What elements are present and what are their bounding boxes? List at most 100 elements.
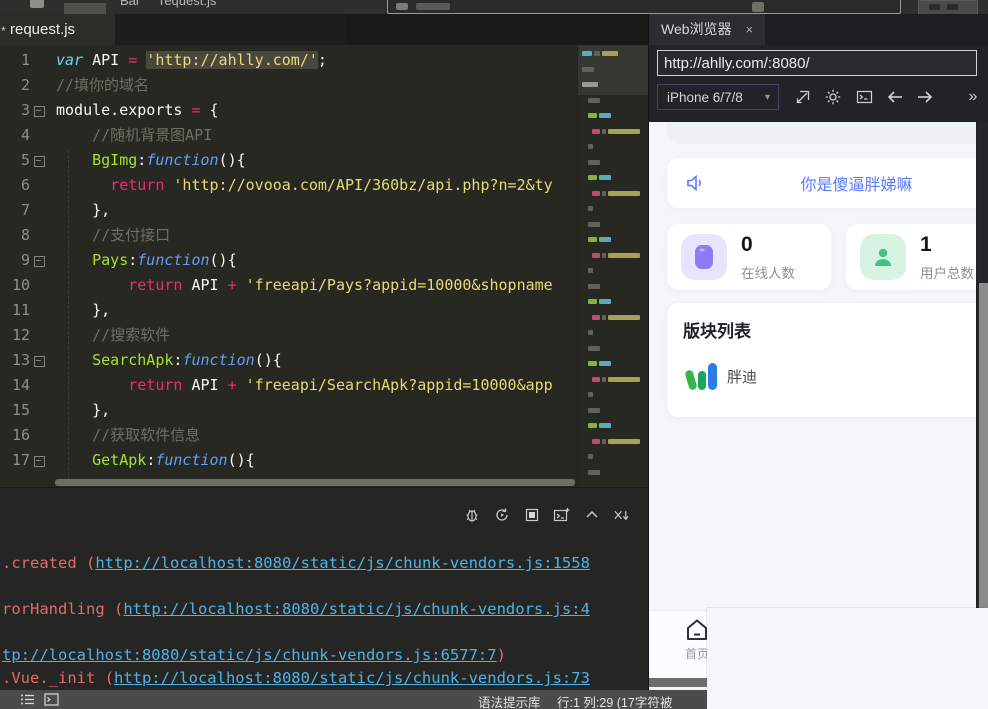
fold-marker[interactable] — [30, 223, 48, 248]
fold-marker[interactable] — [30, 148, 48, 173]
code-line: 8 //支付接口 — [0, 223, 578, 248]
code-line: 3module.exports = { — [0, 98, 578, 123]
code-line: 15 }, — [0, 398, 578, 423]
global-search-input[interactable] — [387, 0, 901, 14]
console-line: rorHandling (http://localhost:8080/stati… — [2, 600, 590, 618]
board-logo-icon[interactable] — [683, 357, 721, 395]
board-item-name[interactable]: 胖迪 — [727, 366, 757, 387]
fold-marker[interactable] — [30, 198, 48, 223]
minimap-row — [578, 206, 649, 211]
top-toolbar: Bar request.js — [0, 0, 988, 15]
code-line: 1var API = 'http://ahlly.com/'; — [0, 48, 578, 73]
preview-vertical-scrollbar[interactable] — [978, 122, 988, 690]
clear-icon[interactable] — [613, 506, 630, 523]
fold-marker[interactable] — [30, 48, 48, 73]
forward-arrow-icon[interactable] — [913, 85, 937, 109]
stat-card-users: 1 用户总数 — [846, 224, 976, 290]
fold-marker[interactable] — [30, 373, 48, 398]
terminal-status-icon[interactable] — [44, 693, 59, 706]
minimap-row — [578, 268, 649, 273]
code-line: 6 return 'http://ovooa.com/API/360bz/api… — [0, 173, 578, 198]
device-select[interactable]: iPhone 6/7/8 ▾ — [657, 84, 779, 110]
fold-marker[interactable] — [30, 98, 48, 123]
open-external-icon[interactable] — [790, 85, 814, 109]
line-number: 8 — [0, 223, 30, 248]
line-number: 15 — [0, 398, 30, 423]
menu-icon[interactable] — [30, 0, 44, 8]
fold-marker[interactable] — [30, 323, 48, 348]
minimap-row — [578, 113, 649, 118]
console-error-text: .created ( — [2, 554, 95, 572]
console-link[interactable]: http://localhost:8080/static/js/chunk-ve… — [95, 554, 590, 572]
fold-marker[interactable] — [30, 123, 48, 148]
fold-marker[interactable] — [30, 248, 48, 273]
fold-marker[interactable] — [30, 273, 48, 298]
restart-icon[interactable] — [493, 506, 510, 523]
fold-marker[interactable] — [30, 73, 48, 98]
notice-text: 你是傻逼胖娣嘛 — [707, 171, 976, 195]
terminal-icon[interactable] — [852, 85, 876, 109]
stop-icon[interactable] — [523, 506, 540, 523]
code-line: 10 return API + 'freeapi/Pays?appid=1000… — [0, 273, 578, 298]
close-icon[interactable]: × — [746, 22, 754, 37]
speaker-icon — [685, 173, 707, 193]
minimap-row — [578, 51, 649, 56]
fold-marker[interactable] — [30, 348, 48, 373]
minimap-row — [578, 454, 649, 459]
fold-marker[interactable] — [30, 448, 48, 473]
more-tools-icon[interactable]: » — [963, 85, 983, 109]
url-input[interactable] — [657, 50, 977, 76]
toolbar-fragment-file[interactable]: request.js — [160, 0, 216, 8]
notice-card[interactable]: 你是傻逼胖娣嘛 — [667, 158, 976, 208]
fold-marker[interactable] — [30, 398, 48, 423]
online-label: 在线人数 — [741, 262, 795, 282]
editor-tabbar: * request.js — [0, 14, 648, 45]
tab-web-browser[interactable]: Web浏览器× — [649, 14, 765, 45]
minimap-row — [578, 330, 649, 335]
outline-icon[interactable] — [20, 693, 35, 706]
tab-request-js[interactable]: * request.js — [0, 14, 115, 45]
line-number: 14 — [0, 373, 30, 398]
console-line: .created (http://localhost:8080/static/j… — [2, 554, 590, 572]
minimap-row — [578, 377, 649, 382]
search-option-button[interactable] — [752, 2, 764, 12]
line-number: 2 — [0, 73, 30, 98]
console-panel: .created (http://localhost:8080/static/j… — [0, 487, 648, 691]
back-arrow-icon[interactable] — [883, 85, 907, 109]
minimap-row — [578, 237, 649, 242]
line-number: 3 — [0, 98, 30, 123]
toolbar-fragment-label[interactable]: Bar — [120, 0, 140, 8]
collapse-icon[interactable] — [583, 506, 600, 523]
code-line: 14 return API + 'freeapi/SearchApk?appid… — [0, 373, 578, 398]
fold-marker[interactable] — [30, 298, 48, 323]
line-number: 4 — [0, 123, 30, 148]
stat-card-online: 0 在线人数 — [667, 224, 831, 290]
console-error-text: ) — [497, 646, 506, 664]
console-link[interactable]: http://localhost:8080/static/js/chunk-ve… — [114, 669, 590, 687]
run-button-glyph — [947, 4, 958, 10]
console-link[interactable]: http://localhost:8080/static/js/chunk-ve… — [123, 600, 590, 618]
run-button[interactable] — [918, 0, 978, 15]
syntax-hint-label[interactable]: 语法提示库 — [478, 692, 541, 709]
line-number: 12 — [0, 323, 30, 348]
minimap[interactable] — [577, 45, 649, 487]
fold-marker[interactable] — [30, 173, 48, 198]
console-link[interactable]: tp://localhost:8080/static/js/chunk-vend… — [2, 646, 497, 664]
code-line: 16 //获取软件信息 — [0, 423, 578, 448]
minimap-row — [578, 160, 649, 165]
board-list-title: 版块列表 — [683, 317, 751, 342]
new-terminal-icon[interactable] — [553, 506, 570, 523]
code-line: 4 //随机背景图API — [0, 123, 578, 148]
minimap-row — [578, 423, 649, 428]
line-number: 6 — [0, 173, 30, 198]
fold-marker[interactable] — [30, 423, 48, 448]
debug-icon[interactable] — [463, 506, 480, 523]
editor-horizontal-scrollbar[interactable] — [55, 479, 575, 486]
gear-icon[interactable] — [821, 85, 845, 109]
code-editor[interactable]: 1var API = 'http://ahlly.com/';2//填你的域名3… — [0, 45, 648, 487]
console-error-text: rorHandling ( — [2, 600, 123, 618]
caret-position-label[interactable]: 行:1 列:29 (17字符被 — [557, 692, 672, 709]
tabbar-empty-space — [345, 14, 648, 45]
user-icon — [860, 234, 906, 280]
line-number: 1 — [0, 48, 30, 73]
